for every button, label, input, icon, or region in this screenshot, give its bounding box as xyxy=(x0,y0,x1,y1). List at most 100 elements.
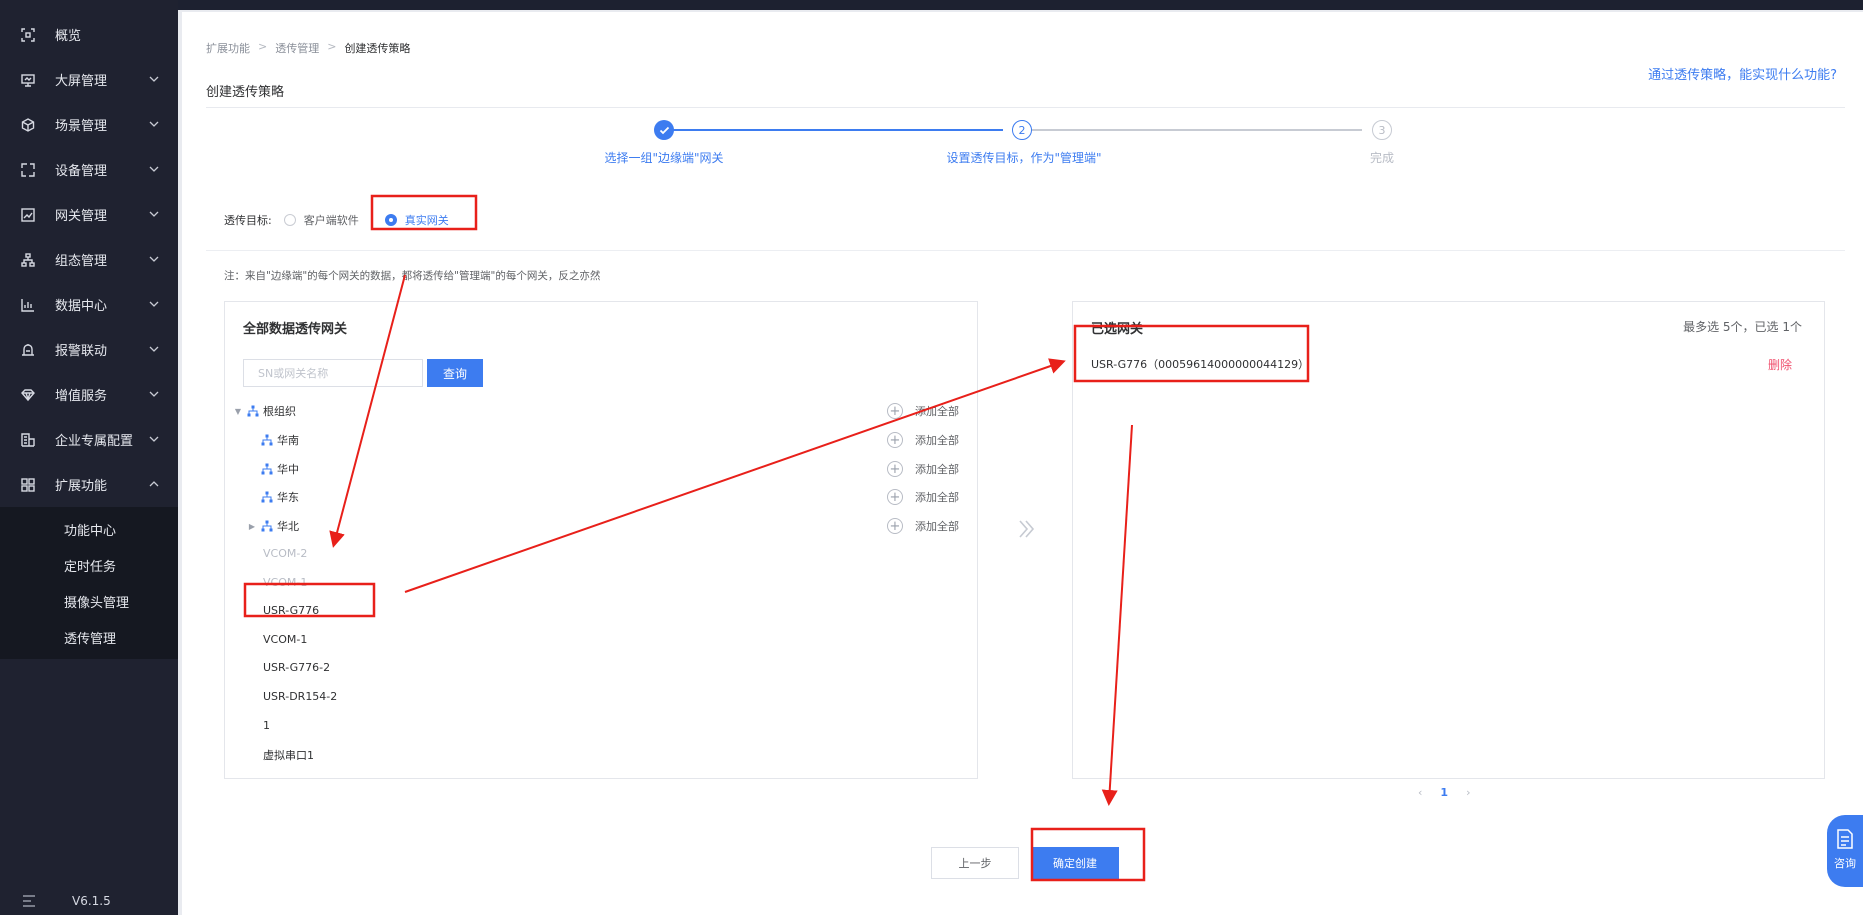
sidebar-item-data-center[interactable]: 数据中心 xyxy=(0,282,178,327)
device-icon xyxy=(20,162,36,178)
radio-client-software[interactable]: 客户端软件 xyxy=(283,212,359,228)
gateway-item[interactable]: USR-G776 xyxy=(263,604,319,617)
tree-node-south[interactable]: 华南 xyxy=(261,430,299,450)
plus-circle-icon: + xyxy=(887,432,903,448)
consult-label: 咨询 xyxy=(1834,857,1856,870)
submenu-item-camera[interactable]: 摄像头管理 xyxy=(0,583,178,619)
next-page-button[interactable]: › xyxy=(1466,786,1470,799)
chevron-down-icon xyxy=(149,391,159,397)
radio-real-gateway[interactable]: 真实网关 xyxy=(384,212,449,228)
plus-circle-icon: + xyxy=(887,403,903,419)
sidebar-item-value-added[interactable]: 增值服务 xyxy=(0,372,178,417)
caret-down-icon[interactable]: ▼ xyxy=(233,406,243,416)
prev-step-button[interactable]: 上一步 xyxy=(931,847,1019,879)
chevron-down-icon xyxy=(149,211,159,217)
org-tree-icon xyxy=(247,405,259,417)
tree-node-root[interactable]: ▼ 根组织 xyxy=(233,401,296,421)
prev-page-button[interactable]: ‹ xyxy=(1418,786,1422,799)
submenu-item-scheduled-tasks[interactable]: 定时任务 xyxy=(0,547,178,583)
confirm-create-button[interactable]: 确定创建 xyxy=(1031,847,1119,879)
tree-node-label: 华东 xyxy=(277,491,299,504)
sidebar-item-enterprise[interactable]: 企业专属配置 xyxy=(0,417,178,462)
screen-icon xyxy=(20,72,36,88)
page-title: 创建透传策略 xyxy=(206,85,285,100)
sidebar-item-config[interactable]: 组态管理 xyxy=(0,237,178,282)
caret-right-icon[interactable]: ▶ xyxy=(247,521,257,531)
submenu-item-function-center[interactable]: 功能中心 xyxy=(0,511,178,547)
sidebar-item-scene[interactable]: 场景管理 xyxy=(0,102,178,147)
divider xyxy=(206,107,1845,108)
tree-node-label: 华中 xyxy=(277,463,299,476)
add-all-button[interactable]: + 添加全部 xyxy=(887,401,959,421)
chevron-down-icon xyxy=(149,301,159,307)
step-2-label: 设置透传目标，作为"管理端" xyxy=(946,151,1102,165)
page-number[interactable]: 1 xyxy=(1440,786,1448,799)
radio-dot xyxy=(283,214,296,226)
chevron-down-icon xyxy=(149,346,159,352)
add-all-button[interactable]: + 添加全部 xyxy=(887,459,959,479)
tree-node-east[interactable]: 华东 xyxy=(261,487,299,507)
chevron-down-icon xyxy=(149,436,159,442)
step-2-circle: 2 xyxy=(1012,120,1032,140)
chevron-down-icon xyxy=(149,256,159,262)
building-icon xyxy=(20,432,36,448)
pagination: ‹ 1 › xyxy=(1418,786,1470,799)
tree-node-label: 华南 xyxy=(277,434,299,447)
submenu-item-passthrough[interactable]: 透传管理 xyxy=(0,619,178,655)
breadcrumb-current: 创建透传策略 xyxy=(344,42,411,55)
divider xyxy=(206,250,1845,251)
add-all-button[interactable]: + 添加全部 xyxy=(887,516,959,536)
step-1-circle xyxy=(654,120,674,140)
panel-title: 全部数据透传网关 xyxy=(243,322,348,337)
gateway-item[interactable]: VCOM-1 xyxy=(263,633,307,646)
hierarchy-icon xyxy=(20,252,36,268)
delete-button[interactable]: 删除 xyxy=(1768,356,1792,373)
sidebar-item-label: 概览 xyxy=(55,29,82,44)
radio-label: 客户端软件 xyxy=(303,214,359,227)
selected-gateways-panel: 已选网关 最多选 5个，已选 1个 USR-G776（0005961400000… xyxy=(1072,301,1825,779)
breadcrumb: 扩展功能 > 透传管理 > 创建透传策略 xyxy=(206,40,410,56)
sidebar-item-overview[interactable]: 概览 xyxy=(0,12,178,57)
sidebar: 概览 大屏管理 场景管理 设备管理 网关管理 组态管理 数据中心 报警联动 增值… xyxy=(0,0,178,915)
sidebar-item-gateway[interactable]: 网关管理 xyxy=(0,192,178,237)
sidebar-item-label: 数据中心 xyxy=(55,299,108,314)
help-link[interactable]: 通过透传策略，能实现什么功能? xyxy=(1648,64,1837,83)
panel-title: 已选网关 xyxy=(1091,322,1144,337)
main-card: 扩展功能 > 透传管理 > 创建透传策略 创建透传策略 通过透传策略，能实现什么… xyxy=(182,12,1863,915)
alarm-icon xyxy=(20,342,36,358)
gateway-item[interactable]: 虚拟串口1 xyxy=(263,747,314,763)
chevron-down-icon xyxy=(149,166,159,172)
top-bar xyxy=(0,0,1863,10)
add-all-button[interactable]: + 添加全部 xyxy=(887,430,959,450)
chart-icon xyxy=(20,207,36,223)
sidebar-item-screen[interactable]: 大屏管理 xyxy=(0,57,178,102)
consult-button[interactable]: 咨询 xyxy=(1827,815,1863,887)
tree-node-north[interactable]: ▶ 华北 xyxy=(247,516,299,536)
grid-icon xyxy=(20,477,36,493)
add-all-label: 添加全部 xyxy=(915,491,959,504)
gateway-item[interactable]: USR-DR154-2 xyxy=(263,690,337,703)
plus-circle-icon: + xyxy=(887,461,903,477)
add-all-button[interactable]: + 添加全部 xyxy=(887,487,959,507)
bar-chart-icon xyxy=(20,297,36,313)
breadcrumb-item[interactable]: 扩展功能 xyxy=(206,40,250,56)
gateway-item[interactable]: 1 xyxy=(263,719,270,732)
sidebar-item-alarm[interactable]: 报警联动 xyxy=(0,327,178,372)
sidebar-item-extensions[interactable]: 扩展功能 xyxy=(0,462,178,507)
org-tree-icon xyxy=(261,463,273,475)
all-gateways-panel: 全部数据透传网关 查询 ▼ 根组织 + 添加全部 华南 + 添加全部 华中 + 添加全… xyxy=(224,301,978,779)
gateway-item: VCOM-1 xyxy=(263,576,308,589)
step-1-label: 选择一组"边缘端"网关 xyxy=(604,151,724,165)
sidebar-item-label: 增值服务 xyxy=(55,389,108,404)
tree-node-central[interactable]: 华中 xyxy=(261,459,299,479)
document-icon xyxy=(1837,829,1853,849)
sidebar-item-device[interactable]: 设备管理 xyxy=(0,147,178,192)
tree-node-label: 华北 xyxy=(277,520,299,533)
menu-collapse-icon[interactable] xyxy=(22,895,36,907)
gateway-item[interactable]: USR-G776-2 xyxy=(263,661,330,674)
search-input[interactable] xyxy=(243,359,423,387)
selection-count: 最多选 5个，已选 1个 xyxy=(1683,320,1802,334)
search-button[interactable]: 查询 xyxy=(427,359,483,387)
breadcrumb-item[interactable]: 透传管理 xyxy=(275,40,319,56)
breadcrumb-separator: > xyxy=(327,40,337,53)
